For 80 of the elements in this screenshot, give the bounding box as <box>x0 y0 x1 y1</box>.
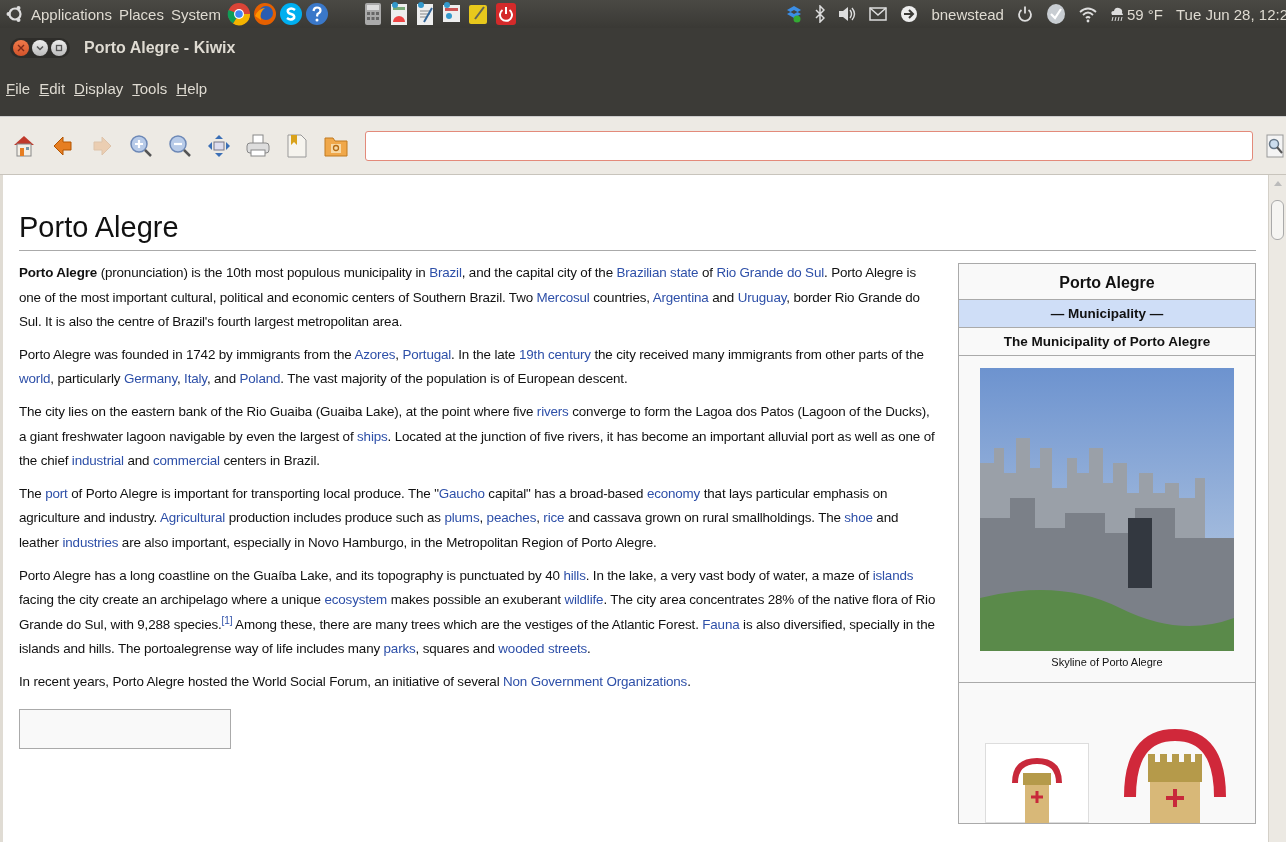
infobox-name: The Municipality of Porto Alegre <box>959 328 1255 356</box>
notepad-icon[interactable] <box>466 2 489 26</box>
printer-icon <box>245 132 271 159</box>
zoom-out-icon <box>167 132 193 159</box>
infobox-subtitle: — Municipality — <box>959 300 1255 328</box>
paragraph: The city lies on the eastern bank of the Rio Guaiba (Guaiba Lake), at the point where five rivers converge to form the Lagoa dos Patos (Lagoon of the Ducks), a giant freshwater lagoon navigable by even the largest of ships. Located at the junction of five rivers, it has become an important alluvial port as well as one of the chief industrial and commercial centers in Brazil. <box>19 402 936 471</box>
link[interactable]: shoe <box>844 510 873 526</box>
scrollbar-thumb[interactable] <box>1271 200 1284 240</box>
calculator-icon[interactable] <box>362 2 383 26</box>
scrollbar[interactable] <box>1268 175 1286 842</box>
link[interactable]: Agricultural <box>160 510 226 526</box>
bookmark-page-icon <box>284 132 310 159</box>
help-icon[interactable] <box>304 2 329 26</box>
link[interactable]: Brazil <box>429 265 462 280</box>
four-arrows-icon <box>206 132 232 159</box>
link[interactable]: port <box>45 485 68 501</box>
link[interactable]: Rio Grande do Sul <box>716 265 824 280</box>
address-field[interactable] <box>365 130 1253 161</box>
globe-fox-icon[interactable] <box>252 2 277 26</box>
panel-menu[interactable]: System <box>170 5 221 23</box>
search-icon <box>1265 132 1285 159</box>
cloud-rain-icon[interactable] <box>1109 6 1124 22</box>
spreadsheet-icon[interactable] <box>388 2 409 26</box>
menu-item[interactable]: Display <box>74 79 124 97</box>
envelope-icon[interactable] <box>869 7 888 21</box>
link[interactable]: industrial <box>71 453 124 469</box>
menu-item[interactable]: Help <box>176 79 208 97</box>
panel-menu[interactable]: Applications <box>31 5 112 23</box>
link[interactable]: ecosystem <box>324 592 388 608</box>
document-icon[interactable] <box>414 2 435 26</box>
panel-menu[interactable]: Places <box>118 5 164 23</box>
link[interactable]: industries <box>62 534 119 550</box>
link[interactable]: rivers <box>536 403 569 419</box>
paragraph: In recent years, Porto Alegre hosted the World Social Forum, an initiative of several Non Government Organizations. <box>19 672 692 691</box>
close-button[interactable] <box>13 40 29 56</box>
link[interactable]: Germany <box>123 371 177 387</box>
link[interactable]: islands <box>872 567 914 583</box>
maximize-button[interactable] <box>51 40 67 56</box>
user-status-icon[interactable] <box>900 5 919 23</box>
close-icon <box>17 44 25 52</box>
link[interactable]: rice <box>543 510 565 526</box>
image-caption: Skyline of Porto Alegre <box>1051 656 1163 668</box>
search-button[interactable] <box>1264 131 1286 160</box>
link[interactable]: Argentina <box>652 289 709 305</box>
link[interactable]: parks <box>383 641 416 657</box>
chevron-down-icon <box>36 44 44 52</box>
weather-temperature[interactable]: 59 °F <box>1126 5 1163 23</box>
link[interactable]: economy <box>646 485 701 501</box>
power-icon[interactable] <box>494 2 517 26</box>
box-icon[interactable] <box>786 5 803 23</box>
link[interactable]: hills <box>563 567 586 583</box>
volume-icon[interactable] <box>838 6 857 22</box>
menu-item[interactable]: Edit <box>39 79 66 97</box>
link[interactable]: 19th century <box>519 346 591 362</box>
window-title: Porto Alegre - Kiwix <box>84 39 236 57</box>
zoom-in-icon <box>128 132 154 159</box>
paragraph: The port of Porto Alegre is important for transporting local produce. The "Gaucho capital" has a broad-based economy that lays particular emphasis on agriculture and industry. Agricultural production includes produce such as plums, peaches, rice and cassava grown on rural smallholdings. The shoe and leather industries are also important, especially in Novo Hamburgo, in the Metropolitan Region of Porto Alegre. <box>19 484 900 552</box>
minimize-button[interactable] <box>32 40 48 56</box>
power-icon[interactable] <box>1016 5 1033 23</box>
username[interactable]: bnewstead <box>931 5 1004 23</box>
link[interactable]: Fauna <box>702 616 740 632</box>
link[interactable]: Brazilian state <box>616 265 699 280</box>
link[interactable]: Italy <box>184 371 207 387</box>
link[interactable]: Gaucho <box>438 485 485 501</box>
article-title: Porto Alegre <box>19 211 1256 251</box>
paragraph: Porto Alegre was founded in 1742 by immigrants from the Azores, Portugal. In the late 19th century the city received many immigrants from other parts of the world, particularly Germany, Italy, and Poland. The vast majority of the population is of European descent. <box>19 345 925 389</box>
chat-check-icon[interactable] <box>1045 3 1066 25</box>
menu-item[interactable]: Tools <box>132 79 168 97</box>
bluetooth-icon[interactable] <box>815 5 826 23</box>
link[interactable]: Mercosul <box>536 289 590 305</box>
link[interactable]: ships <box>357 428 388 444</box>
ubuntu-logo-icon[interactable] <box>6 5 24 23</box>
browser-icon[interactable] <box>226 2 251 26</box>
chat-s-icon[interactable] <box>278 2 303 26</box>
paragraph: Porto Alegre has a long coastline on the Guaíba Lake, and its topography is punctuated by 40 hills. In the lake, a very vast body of water, a maze of islands facing the city create an archipelago where a unique ecosystem makes possible an exuberant wildlife. The city area concentrates 28% of the native flora of Rio Grande do Sul, with 9,288 species.$^{[1]}$ Among these, there are many trees which are the vestiges of the Atlantic Forest. Fauna is also diversified, specially in the islands and hills. The portoalegrense way of life includes many parks, squares and wooded streets. <box>19 566 937 659</box>
paragraph: Porto Alegre (pronunciation) is the 10th most populous municipality in Brazil, and the capital city of the Brazilian state of Rio Grande do Sul. Porto Alegre is one of the most important cultural, political and economic centers of Southern Brazil. Two Mercosul countries, Argentina and Uruguay, border Rio Grande do Sul. It is also the centre of Brazil's fourth largest metropolitan area. <box>19 264 921 332</box>
menu-item[interactable]: File <box>6 79 31 97</box>
reference-link[interactable]: [1] <box>221 614 233 626</box>
link[interactable]: commercial <box>153 453 220 469</box>
wifi-icon[interactable] <box>1078 5 1097 23</box>
